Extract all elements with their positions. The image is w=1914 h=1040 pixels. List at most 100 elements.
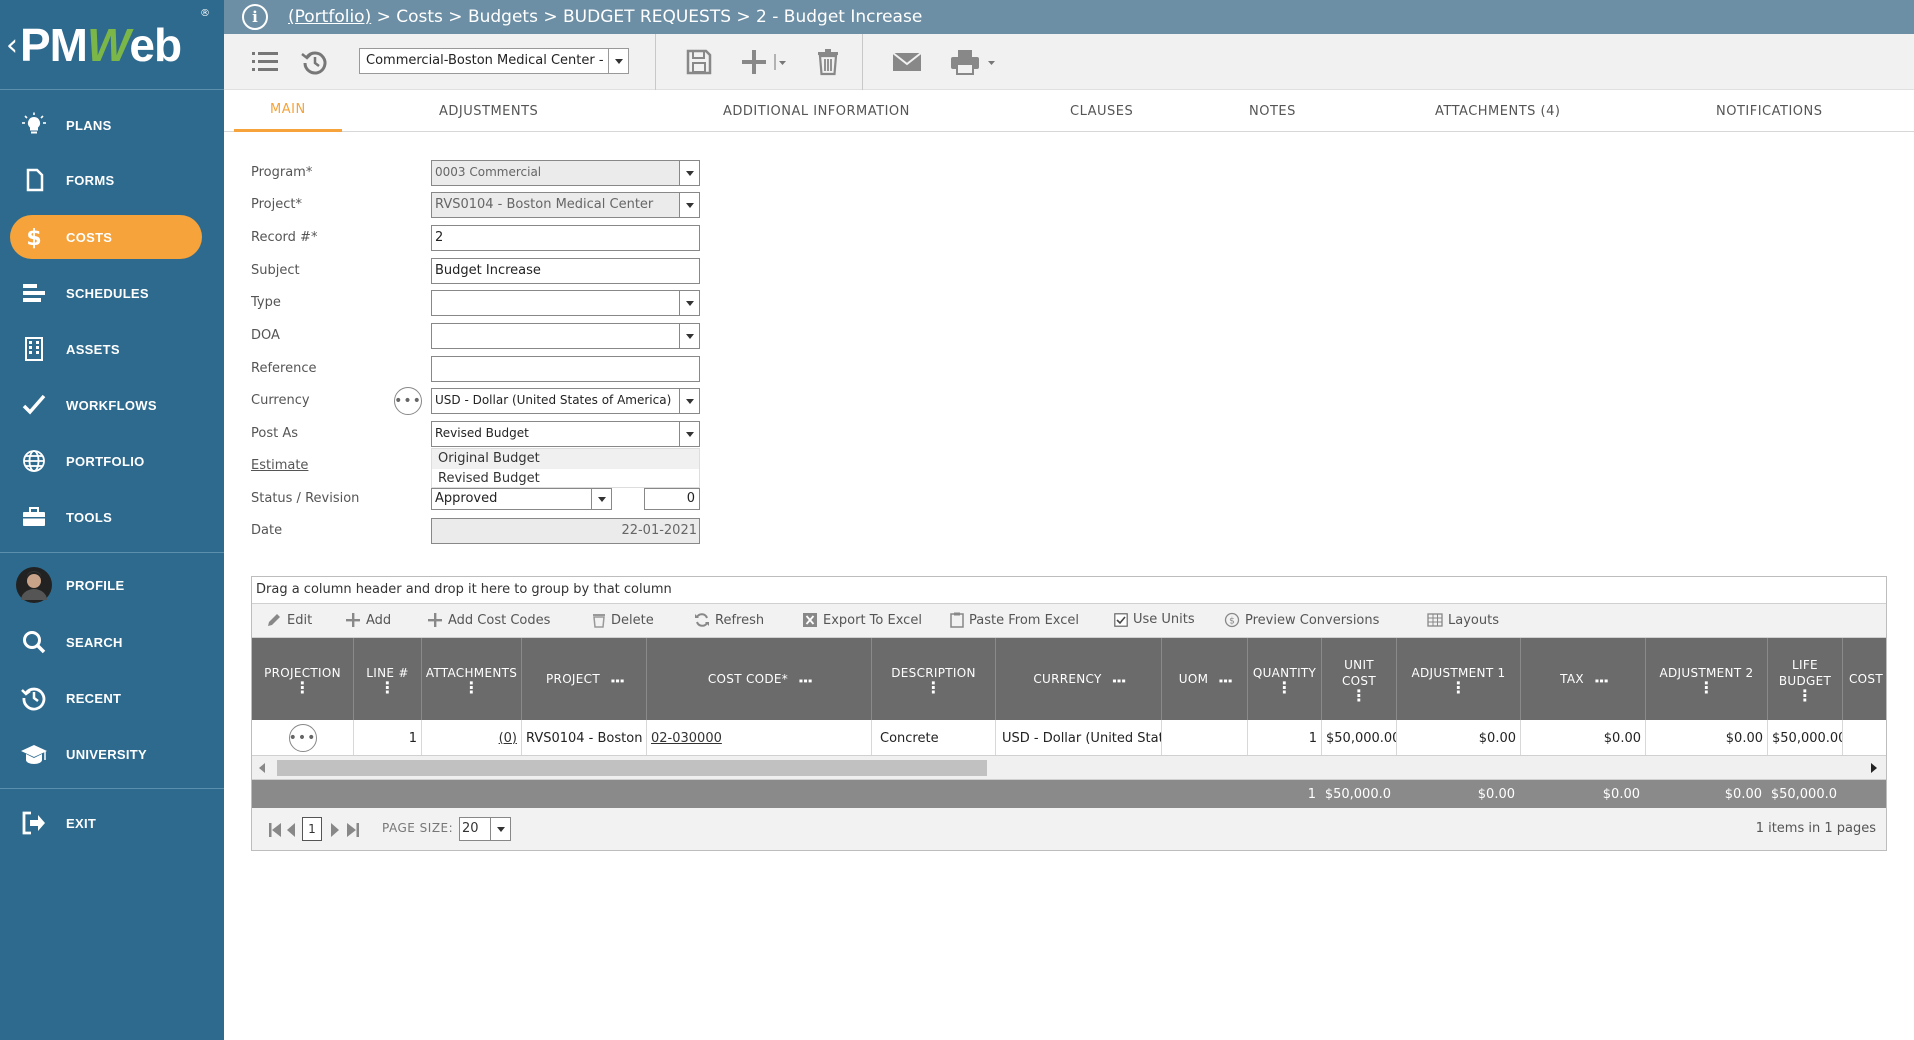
group-by-panel[interactable]: Drag a column header and drop it here to… <box>252 577 1886 604</box>
type-select[interactable] <box>431 290 700 316</box>
sidebar-item-recent[interactable]: RECENT <box>10 676 202 720</box>
chevron-down-icon[interactable] <box>608 49 628 73</box>
tab-clauses[interactable]: CLAUSES <box>1070 90 1133 132</box>
save-icon[interactable] <box>682 44 716 80</box>
column-menu-icon[interactable]: ⋮ <box>1110 673 1129 686</box>
sidebar-item-search[interactable]: SEARCH <box>10 620 202 664</box>
column-header-uom[interactable]: UOM ⋮ <box>1162 638 1248 720</box>
back-chevron-icon[interactable]: ‹ <box>6 28 18 63</box>
reference-input[interactable] <box>431 356 700 382</box>
delete-icon[interactable] <box>812 44 844 80</box>
column-menu-icon[interactable]: ⋮ <box>608 673 627 686</box>
horizontal-scrollbar[interactable] <box>252 756 1886 780</box>
program-select[interactable]: 0003 Commercial <box>431 160 700 186</box>
currency-more-icon[interactable]: ••• <box>394 387 422 415</box>
attachments-link[interactable]: (0) <box>422 720 522 755</box>
chevron-down-icon[interactable] <box>591 489 611 509</box>
chevron-down-icon[interactable] <box>490 818 510 840</box>
table-row[interactable]: ••• 1 (0) RVS0104 - Boston Medical Cente… <box>252 720 1886 756</box>
add-cost-codes-button[interactable]: Add Cost Codes <box>427 612 550 628</box>
scroll-left-arrow-icon[interactable] <box>258 763 266 773</box>
tab-additional-information[interactable]: ADDITIONAL INFORMATION <box>723 90 910 132</box>
next-page-icon[interactable] <box>330 822 340 838</box>
record-number-input[interactable]: 2 <box>431 225 700 251</box>
print-icon[interactable] <box>947 44 983 80</box>
project-select[interactable]: Commercial-Boston Medical Center - <box>359 48 629 74</box>
column-menu-icon[interactable]: ⋮ <box>925 680 941 696</box>
column-header-attachments[interactable]: ATTACHMENTS ⋮ <box>422 638 522 720</box>
column-header-tax[interactable]: TAX ⋮ <box>1521 638 1646 720</box>
tab-attachments[interactable]: ATTACHMENTS (4) <box>1435 90 1560 132</box>
chevron-down-icon[interactable] <box>679 193 699 217</box>
column-menu-icon[interactable]: ⋮ <box>1450 680 1466 696</box>
post-as-select[interactable]: Revised Budget <box>431 421 700 447</box>
cost-code-link[interactable]: 02-030000 <box>647 720 872 755</box>
sidebar-item-university[interactable]: UNIVERSITY <box>10 732 202 776</box>
info-icon[interactable]: i <box>242 4 268 30</box>
pmweb-logo[interactable]: ‹ PMWeb ® <box>0 0 224 90</box>
use-units-checkbox[interactable]: Use Units <box>1114 612 1195 627</box>
dropdown-option-revised-budget[interactable]: Revised Budget <box>432 469 699 489</box>
sidebar-item-profile[interactable]: PROFILE <box>10 563 202 607</box>
status-select[interactable]: Approved <box>431 488 612 510</box>
current-page-input[interactable]: 1 <box>302 817 322 841</box>
delete-button[interactable]: Delete <box>592 612 654 628</box>
row-actions-more-icon[interactable]: ••• <box>288 724 317 752</box>
column-header-description[interactable]: DESCRIPTION ⋮ <box>872 638 996 720</box>
column-header-adjustment-2[interactable]: ADJUSTMENT 2 ⋮ <box>1646 638 1768 720</box>
sidebar-item-costs[interactable]: $ COSTS <box>10 215 202 259</box>
column-menu-icon[interactable]: ⋮ <box>1216 673 1235 686</box>
add-dropdown-chevron-icon[interactable] <box>772 44 788 80</box>
date-input[interactable]: 22-01-2021 <box>431 518 700 544</box>
breadcrumb-portfolio-link[interactable]: (Portfolio) <box>288 7 371 27</box>
first-page-icon[interactable] <box>268 822 282 838</box>
sidebar-item-assets[interactable]: ASSETS <box>10 327 202 371</box>
add-icon[interactable] <box>738 44 770 80</box>
column-header-line[interactable]: LINE # ⋮ <box>354 638 422 720</box>
column-header-cost[interactable]: COST <box>1843 638 1886 720</box>
edit-button[interactable]: Edit <box>266 612 312 628</box>
sidebar-item-portfolio[interactable]: PORTFOLIO <box>10 439 202 483</box>
page-size-select[interactable]: 20 <box>459 817 511 841</box>
column-menu-icon[interactable]: ⋮ <box>463 680 479 696</box>
email-icon[interactable] <box>889 44 925 80</box>
column-menu-icon[interactable]: ⋮ <box>1797 688 1813 704</box>
scrollbar-thumb[interactable] <box>277 760 987 776</box>
list-view-icon[interactable] <box>248 44 282 80</box>
dropdown-option-original-budget[interactable]: Original Budget <box>432 449 699 469</box>
chevron-down-icon[interactable] <box>679 422 699 446</box>
last-page-icon[interactable] <box>346 822 360 838</box>
export-to-excel-button[interactable]: Export To Excel <box>802 612 922 628</box>
scroll-right-arrow-icon[interactable] <box>1870 763 1878 773</box>
column-header-projection[interactable]: PROJECTION ⋮ <box>252 638 354 720</box>
column-menu-icon[interactable]: ⋮ <box>1351 688 1367 704</box>
sidebar-item-forms[interactable]: FORMS <box>10 158 202 202</box>
column-menu-icon[interactable]: ⋮ <box>294 680 310 696</box>
column-menu-icon[interactable]: ⋮ <box>1698 680 1714 696</box>
layouts-button[interactable]: Layouts <box>1427 612 1499 628</box>
chevron-down-icon[interactable] <box>679 324 699 348</box>
chevron-down-icon[interactable] <box>679 161 699 185</box>
column-menu-icon[interactable]: ⋮ <box>796 673 815 686</box>
column-header-adjustment-1[interactable]: ADJUSTMENT 1 ⋮ <box>1397 638 1521 720</box>
sidebar-item-workflows[interactable]: WORKFLOWS <box>10 383 202 427</box>
revision-input[interactable]: 0 <box>644 488 700 510</box>
tab-notifications[interactable]: NOTIFICATIONS <box>1716 90 1823 132</box>
column-header-project[interactable]: PROJECT ⋮ <box>522 638 647 720</box>
tab-notes[interactable]: NOTES <box>1249 90 1296 132</box>
column-header-unit-cost[interactable]: UNIT COST ⋮ <box>1322 638 1397 720</box>
chevron-down-icon[interactable] <box>679 291 699 315</box>
sidebar-item-schedules[interactable]: SCHEDULES <box>10 271 202 315</box>
column-header-life-budget[interactable]: LIFE BUDGET ⋮ <box>1768 638 1843 720</box>
add-button[interactable]: Add <box>345 612 391 628</box>
estimate-link[interactable]: Estimate <box>251 458 308 473</box>
tab-adjustments[interactable]: ADJUSTMENTS <box>439 90 538 132</box>
column-header-cost-code[interactable]: COST CODE* ⋮ <box>647 638 872 720</box>
currency-select[interactable]: USD - Dollar (United States of America) <box>431 388 700 414</box>
previous-page-icon[interactable] <box>286 822 296 838</box>
history-icon[interactable] <box>298 44 332 80</box>
sidebar-item-plans[interactable]: PLANS <box>10 103 202 147</box>
column-menu-icon[interactable]: ⋮ <box>379 680 395 696</box>
sidebar-item-exit[interactable]: EXIT <box>10 801 202 845</box>
subject-input[interactable]: Budget Increase <box>431 258 700 284</box>
